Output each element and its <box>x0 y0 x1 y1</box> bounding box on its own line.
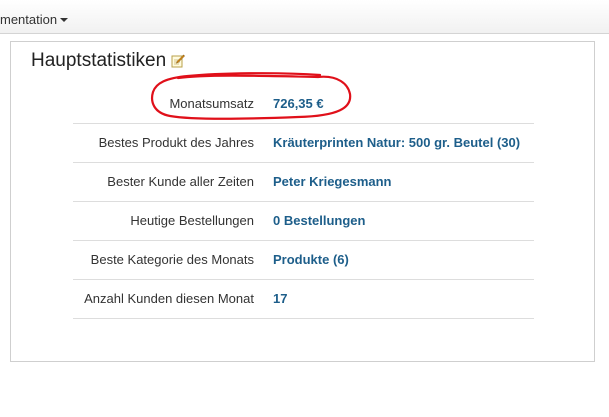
row-value[interactable]: Peter Kriegesmann <box>273 162 534 202</box>
table-row: Bestes Produkt des Jahres Kräuterprinten… <box>73 123 534 163</box>
row-label: Heutige Bestellungen <box>73 201 273 241</box>
caret-down-icon[interactable] <box>60 17 69 22</box>
row-value[interactable]: 0 Bestellungen <box>273 201 534 241</box>
row-label: Monatsumsatz <box>73 84 273 124</box>
table-row: Anzahl Kunden diesen Monat 17 <box>73 279 534 319</box>
row-value[interactable]: 17 <box>273 279 534 319</box>
table-row: Bester Kunde aller Zeiten Peter Kriegesm… <box>73 162 534 202</box>
edit-pencil-icon[interactable] <box>171 52 186 68</box>
row-value[interactable]: 726,35 € <box>273 84 534 124</box>
table-row: Beste Kategorie des Monats Produkte (6) <box>73 240 534 280</box>
main-statistics-panel: Hauptstatistiken Monatsumsatz 726,35 € B… <box>10 41 595 362</box>
row-value[interactable]: Produkte (6) <box>273 240 534 280</box>
row-label: Bester Kunde aller Zeiten <box>73 162 273 202</box>
panel-header: Hauptstatistiken <box>31 50 186 72</box>
row-label: Anzahl Kunden diesen Monat <box>73 279 273 319</box>
documentation-menu-label[interactable]: mentation <box>0 12 57 27</box>
row-label: Bestes Produkt des Jahres <box>73 123 273 163</box>
statistics-table: Monatsumsatz 726,35 € Bestes Produkt des… <box>73 84 534 319</box>
row-label: Beste Kategorie des Monats <box>73 240 273 280</box>
documentation-menu[interactable]: mentation <box>0 12 69 27</box>
top-navbar: mentation <box>0 0 609 34</box>
table-row: Heutige Bestellungen 0 Bestellungen <box>73 201 534 241</box>
row-value[interactable]: Kräuterprinten Natur: 500 gr. Beutel (30… <box>273 123 534 163</box>
panel-title: Hauptstatistiken <box>31 50 167 71</box>
table-row: Monatsumsatz 726,35 € <box>73 84 534 124</box>
